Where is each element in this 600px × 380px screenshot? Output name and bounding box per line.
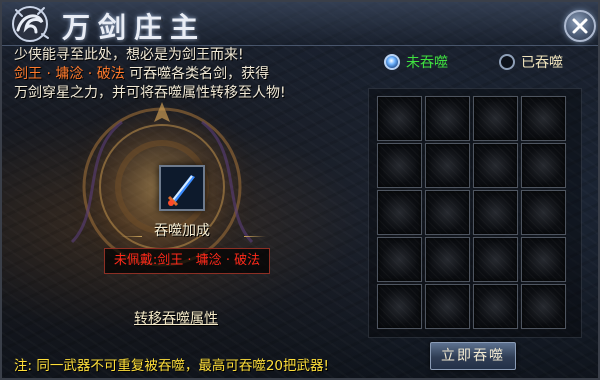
grid-slot[interactable] [473,284,518,329]
intro-line-1: 少侠能寻至此处，想必是为剑王而来! [14,47,244,63]
filter-swallowed-label: 已吞噬 [521,55,563,71]
sword-names-highlight: 剑王 · 墉淰 · 破法 [14,66,125,82]
swallow-bonus-label: 吞噬加成 [154,223,210,239]
grid-slot[interactable] [473,190,518,235]
close-icon [572,18,588,34]
sword-icon [161,167,203,209]
intro-line-2: 剑王 · 墉淰 · 破法 可吞噬各类名剑，获得 [14,65,364,84]
grid-slot[interactable] [377,96,422,141]
swallow-now-button[interactable]: 立即吞噬 [430,342,516,370]
grid-slot[interactable] [473,237,518,282]
transfer-attributes-link[interactable]: 转移吞噬属性 [134,308,218,328]
filter-swallowed[interactable]: 已吞噬 [499,52,563,72]
grid-slot[interactable] [425,284,470,329]
equip-status: 未佩戴:剑王 · 墉淰 · 破法 [104,248,270,274]
grid-slot[interactable] [425,190,470,235]
grid-slot[interactable] [521,284,566,329]
grid-slot[interactable] [521,143,566,188]
grid-slot[interactable] [473,143,518,188]
grid-slot[interactable] [425,96,470,141]
grid-slot[interactable] [377,190,422,235]
filter-unswallowed-label: 未吞噬 [406,55,448,71]
swallow-limit-note: 注: 同一武器不可重复被吞噬，最高可吞噬20把武器! [14,358,329,374]
grid-slot[interactable] [377,143,422,188]
intro-line-2-rest: 可吞噬各类名剑，获得 [129,66,270,82]
grid-slot[interactable] [425,143,470,188]
grid-slot[interactable] [521,190,566,235]
sword-master-window: 万剑庄主 少侠能寻至此处，想必是为剑王而来! 剑王 · 墉淰 · 破法 可吞噬各… [0,0,600,380]
bonus-divider-right [244,236,266,237]
grid-slot[interactable] [521,96,566,141]
grid-slot[interactable] [521,237,566,282]
weapon-slot[interactable] [159,165,205,211]
filter-unswallowed[interactable]: 未吞噬 [384,52,448,72]
dragon-emblem-icon [12,6,49,42]
weapon-grid [377,96,566,329]
grid-slot[interactable] [377,284,422,329]
window-header: 万剑庄主 [2,2,598,46]
grid-slot[interactable] [473,96,518,141]
grid-slot[interactable] [377,237,422,282]
radio-selected-icon [384,54,400,70]
grid-slot[interactable] [425,237,470,282]
window-title: 万剑庄主 [62,11,207,44]
close-button[interactable] [564,10,596,42]
radio-unselected-icon [499,54,515,70]
